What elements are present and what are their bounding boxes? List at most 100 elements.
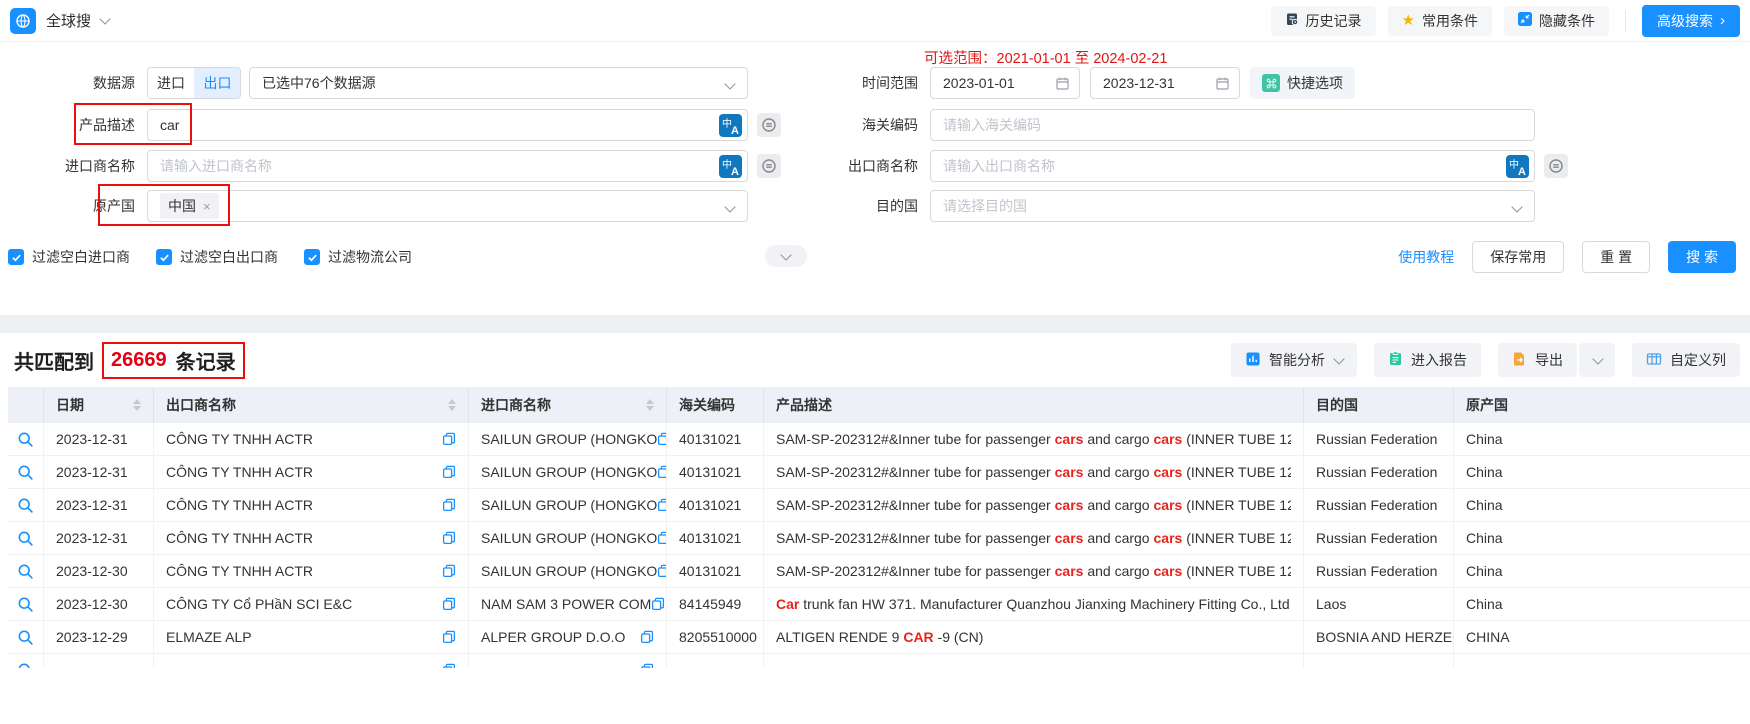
sort-icon[interactable] <box>448 395 456 415</box>
customize-columns-button[interactable]: 自定义列 <box>1632 343 1740 377</box>
header-cell[interactable]: 日期 <box>44 387 154 423</box>
topbar: 全球搜 历史记录 ★ 常用条件 隐藏条件 高级搜索 › <box>0 0 1750 42</box>
hide-conditions-button[interactable]: 隐藏条件 <box>1504 6 1609 36</box>
row-detail-magnifier-icon[interactable] <box>17 464 34 481</box>
row-detail-magnifier-icon[interactable] <box>17 596 34 613</box>
history-button[interactable]: 历史记录 <box>1271 6 1376 36</box>
copy-icon[interactable] <box>442 498 456 512</box>
cell-origin: China <box>1454 522 1750 554</box>
table-row[interactable]: 2023-12-31 CÔNG TY TNHH ACTR SAILUN GROU… <box>8 522 1750 555</box>
header-cell-zoom <box>8 387 44 423</box>
exporter-input[interactable] <box>943 158 1498 174</box>
checkbox-checked-icon[interactable] <box>156 249 172 265</box>
enter-report-button[interactable]: 进入报告 <box>1374 343 1481 377</box>
header-cell[interactable]: 进口商名称 <box>469 387 667 423</box>
exporter-label: 出口商名称 <box>798 156 918 176</box>
filter-checkbox[interactable]: 过滤空白出口商 <box>156 247 278 267</box>
quick-options-button[interactable]: 快捷选项 <box>1250 67 1355 99</box>
app-title: 全球搜 <box>46 10 91 31</box>
origin-country-select[interactable]: 中国 × <box>147 190 748 222</box>
advanced-search-button[interactable]: 高级搜索 › <box>1642 5 1740 37</box>
app-switcher-chevron-down-icon[interactable] <box>99 13 110 24</box>
copy-icon[interactable] <box>657 432 667 446</box>
copy-icon[interactable] <box>657 498 667 512</box>
search-button[interactable]: 搜 索 <box>1668 241 1736 273</box>
hs-code-input[interactable] <box>943 117 1522 133</box>
copy-icon[interactable] <box>442 531 456 545</box>
row-detail-magnifier-icon[interactable] <box>17 662 34 669</box>
product-desc-row: 产品描述 中A <box>0 108 781 142</box>
filter-checkbox[interactable]: 过滤空白进口商 <box>8 247 130 267</box>
copy-icon[interactable] <box>442 432 456 446</box>
copy-icon[interactable] <box>442 597 456 611</box>
row-detail-magnifier-icon[interactable] <box>17 629 34 646</box>
importer-field: 中A <box>147 150 748 182</box>
destination-placeholder: 请选择目的国 <box>943 196 1027 216</box>
save-conditions-button[interactable]: 保存常用 <box>1472 241 1564 273</box>
header-cell[interactable]: 目的国 <box>1304 387 1454 423</box>
row-detail-magnifier-icon[interactable] <box>17 530 34 547</box>
copy-icon[interactable] <box>657 531 667 545</box>
table-row[interactable]: 2023-12-30 CÔNG TY TNHH ACTR SAILUN GROU… <box>8 555 1750 588</box>
header-cell[interactable]: 出口商名称 <box>154 387 469 423</box>
toggle-export[interactable]: 出口 <box>194 68 240 98</box>
copy-icon[interactable] <box>651 597 665 611</box>
reset-button[interactable]: 重 置 <box>1582 241 1650 273</box>
cell-date: 2023-12-31 <box>44 522 154 554</box>
tutorial-link[interactable]: 使用教程 <box>1398 247 1454 267</box>
fuzzy-match-icon[interactable] <box>757 154 781 178</box>
export-button[interactable]: 导出 <box>1498 343 1577 377</box>
chevron-down-icon <box>1511 201 1522 212</box>
origin-country-tag: 中国 × <box>160 193 219 219</box>
header-cell[interactable]: 产品描述 <box>764 387 1304 423</box>
smart-analysis-button[interactable]: 智能分析 <box>1231 343 1357 377</box>
header-cell[interactable]: 海关编码 <box>667 387 764 423</box>
fuzzy-match-icon[interactable] <box>1544 154 1568 178</box>
header-cell[interactable]: 原产国 <box>1454 387 1750 423</box>
cell-product-desc: ALTIGEN RENDE 9 CAR -9 (CN) <box>764 621 1304 653</box>
translate-icon[interactable]: 中A <box>719 114 742 137</box>
favorites-button[interactable]: ★ 常用条件 <box>1388 6 1492 36</box>
datasource-select[interactable]: 已选中76个数据源 <box>249 67 748 99</box>
copy-icon[interactable] <box>442 630 456 644</box>
table-row[interactable]: 2023-12-29 ELMAZE ALP ALPER GROUP D.O.O … <box>8 621 1750 654</box>
product-desc-input[interactable] <box>160 117 711 133</box>
cell-exporter: CÔNG TY TNHH ACTR <box>154 522 469 554</box>
destination-select[interactable]: 请选择目的国 <box>930 190 1535 222</box>
sort-icon[interactable] <box>133 395 141 415</box>
translate-icon[interactable]: 中A <box>719 155 742 178</box>
sort-icon[interactable] <box>646 395 654 415</box>
export-options-chevron-button[interactable] <box>1579 343 1615 377</box>
app-logo-globe-icon[interactable] <box>10 8 36 34</box>
collapse-form-button[interactable] <box>765 245 807 267</box>
tag-close-icon[interactable]: × <box>203 199 211 214</box>
toggle-import[interactable]: 进口 <box>148 68 194 98</box>
translate-icon[interactable]: 中A <box>1506 155 1529 178</box>
copy-icon[interactable] <box>640 663 654 668</box>
table-row[interactable]: 2023-12-31 CÔNG TY TNHH ACTR SAILUN GROU… <box>8 423 1750 456</box>
start-date-field[interactable]: 2023-01-01 <box>930 67 1080 99</box>
fuzzy-match-icon[interactable] <box>757 113 781 137</box>
copy-icon[interactable] <box>657 465 667 479</box>
copy-icon[interactable] <box>442 465 456 479</box>
copy-icon[interactable] <box>657 564 667 578</box>
copy-icon[interactable] <box>442 564 456 578</box>
table-row[interactable]: 2023-12-31 CÔNG TY TNHH ACTR SAILUN GROU… <box>8 456 1750 489</box>
importer-input[interactable] <box>160 158 711 174</box>
checkbox-checked-icon[interactable] <box>304 249 320 265</box>
time-range-row: 时间范围 2023-01-01 2023-12-31 快捷选项 <box>798 66 1355 100</box>
row-detail-magnifier-icon[interactable] <box>17 431 34 448</box>
copy-icon[interactable] <box>442 663 456 668</box>
copy-icon[interactable] <box>640 630 654 644</box>
end-date-field[interactable]: 2023-12-31 <box>1090 67 1240 99</box>
cell-exporter: CÔNG TY TNHH ACTR <box>154 489 469 521</box>
table-row[interactable]: 2023-12-31 CÔNG TY TNHH ACTR SAILUN GROU… <box>8 489 1750 522</box>
cell-zoom <box>8 522 44 554</box>
row-detail-magnifier-icon[interactable] <box>17 563 34 580</box>
datasource-selected-text: 已选中76个数据源 <box>262 73 376 93</box>
filter-checkbox[interactable]: 过滤物流公司 <box>304 247 412 267</box>
table-row[interactable] <box>8 654 1750 668</box>
row-detail-magnifier-icon[interactable] <box>17 497 34 514</box>
table-row[interactable]: 2023-12-30 CÔNG TY Cổ PHầN SCI E&C NAM S… <box>8 588 1750 621</box>
checkbox-checked-icon[interactable] <box>8 249 24 265</box>
